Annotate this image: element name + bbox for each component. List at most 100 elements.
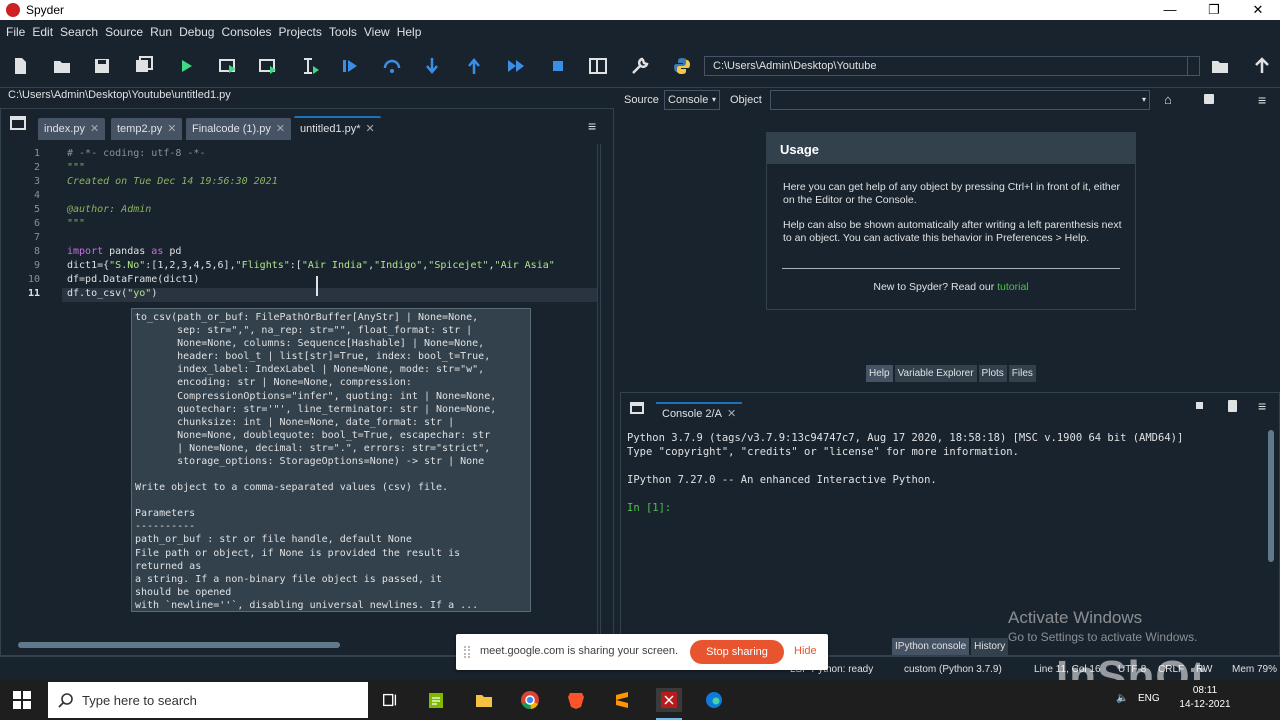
step-return-icon[interactable]: [462, 54, 486, 78]
menu-source[interactable]: Source: [105, 25, 143, 39]
stop-sharing-button[interactable]: Stop sharing: [690, 640, 784, 664]
tab-temp2-py[interactable]: temp2.py ✕: [111, 118, 183, 140]
menu-consoles[interactable]: Consoles: [221, 25, 271, 39]
editor-options-icon[interactable]: ≡: [588, 118, 602, 134]
code-line[interactable]: Created on Tue Dec 14 19:56:30 2021: [67, 176, 278, 187]
language-indicator[interactable]: ENG: [1138, 693, 1160, 704]
object-combobox[interactable]: ▾: [770, 90, 1150, 110]
console-scrollbar[interactable]: [1266, 430, 1276, 642]
chevron-down-icon: ▾: [1141, 95, 1146, 104]
mouse-cursor-ibeam: [316, 276, 318, 296]
menu-view[interactable]: View: [364, 25, 390, 39]
code-line[interactable]: import pandas as pd: [67, 246, 181, 257]
menu-tools[interactable]: Tools: [329, 25, 357, 39]
step-into-icon[interactable]: [420, 54, 444, 78]
maximize-pane-icon[interactable]: [586, 54, 610, 78]
code-line[interactable]: # -*- coding: utf-8 -*-: [67, 148, 205, 159]
window-title: Spyder: [26, 3, 65, 17]
menu-help[interactable]: Help: [397, 25, 422, 39]
code-line[interactable]: df=pd.DataFrame(dict1): [67, 274, 199, 285]
tab-variable-explorer[interactable]: Variable Explorer: [894, 365, 977, 382]
run-icon[interactable]: [174, 54, 198, 78]
windows-start-icon[interactable]: [12, 690, 32, 710]
tab-help[interactable]: Help: [866, 365, 893, 382]
debug-icon[interactable]: [338, 54, 362, 78]
menu-edit[interactable]: Edit: [32, 25, 53, 39]
close-icon[interactable]: ✕: [366, 123, 375, 135]
console-options-icon[interactable]: ≡: [1258, 398, 1266, 414]
parent-directory-icon[interactable]: [1250, 54, 1274, 78]
python-path-icon[interactable]: [670, 54, 694, 78]
stop-kernel-icon[interactable]: [1196, 402, 1203, 409]
run-cell-icon[interactable]: [216, 54, 240, 78]
drag-handle-icon[interactable]: [464, 646, 470, 658]
tab-untitled1-py[interactable]: untitled1.py* ✕: [294, 116, 381, 138]
source-combobox[interactable]: Console ▾: [664, 90, 720, 110]
home-icon[interactable]: ⌂: [1164, 92, 1172, 107]
line-number: 4: [33, 190, 40, 201]
sublime-icon[interactable]: [610, 688, 634, 712]
minimize-button[interactable]: —: [1148, 0, 1192, 20]
menu-debug[interactable]: Debug: [179, 25, 214, 39]
task-view-icon[interactable]: [378, 688, 402, 712]
code-line[interactable]: dict1={"S.No":[1,2,3,4,5,6],"Flights":["…: [67, 260, 555, 271]
open-folder-icon[interactable]: [50, 54, 74, 78]
stop-debug-icon[interactable]: [546, 54, 570, 78]
hide-button[interactable]: Hide: [794, 645, 817, 657]
clear-console-icon[interactable]: [1228, 400, 1237, 412]
code-line[interactable]: @author: Admin: [67, 204, 151, 215]
maximize-button[interactable]: ❐: [1192, 0, 1236, 20]
close-icon[interactable]: ✕: [727, 408, 736, 420]
menu-search[interactable]: Search: [60, 25, 98, 39]
run-selection-icon[interactable]: [298, 54, 322, 78]
menu-file[interactable]: File: [6, 25, 25, 39]
tutorial-link[interactable]: tutorial: [997, 281, 1029, 293]
chrome-icon[interactable]: [518, 688, 542, 712]
chevron-down-icon[interactable]: [1187, 57, 1199, 75]
tab-plots[interactable]: Plots: [978, 365, 1007, 382]
tab-index-py[interactable]: index.py ✕: [38, 118, 106, 140]
console-prompt[interactable]: In [1]:: [627, 502, 671, 514]
spyder-taskbar-icon[interactable]: [656, 688, 682, 712]
close-icon[interactable]: ✕: [276, 123, 285, 135]
menu-projects[interactable]: Projects: [279, 25, 322, 39]
step-over-icon[interactable]: [380, 54, 404, 78]
volume-icon[interactable]: 🔈: [1116, 693, 1128, 704]
code-line[interactable]: """: [67, 162, 85, 173]
tab-history[interactable]: History: [971, 638, 1009, 655]
browse-tabs-icon[interactable]: [10, 116, 26, 130]
help-options-icon[interactable]: ≡: [1258, 92, 1266, 108]
taskbar-search-box[interactable]: Type here to search: [48, 682, 368, 718]
scrollbar-thumb[interactable]: [18, 642, 340, 648]
notepad-icon[interactable]: [424, 688, 448, 712]
edge-icon[interactable]: [702, 688, 726, 712]
tab-finalcode-py[interactable]: Finalcode (1).py ✕: [186, 118, 292, 140]
lock-icon[interactable]: [1204, 94, 1214, 104]
close-icon[interactable]: ✕: [90, 123, 99, 135]
save-all-icon[interactable]: [132, 54, 156, 78]
chevron-down-icon: ▾: [711, 95, 716, 104]
taskbar-clock[interactable]: 08:11 14-12-2021: [1176, 684, 1234, 712]
preferences-wrench-icon[interactable]: [628, 54, 652, 78]
browse-tabs-icon[interactable]: [630, 402, 644, 414]
object-label: Object: [730, 94, 762, 106]
tab-files[interactable]: Files: [1008, 365, 1036, 382]
run-cell-advance-icon[interactable]: [256, 54, 280, 78]
close-button[interactable]: ✕: [1236, 0, 1280, 20]
tab-console-2a[interactable]: Console 2/A ✕: [656, 402, 743, 424]
new-file-icon[interactable]: [8, 54, 32, 78]
close-icon[interactable]: ✕: [167, 123, 176, 135]
editor-vertical-scrollbar[interactable]: [600, 144, 610, 634]
file-explorer-icon[interactable]: [472, 688, 496, 712]
tab-ipython-console[interactable]: IPython console: [892, 638, 970, 655]
continue-icon[interactable]: [504, 54, 528, 78]
browse-directory-icon[interactable]: [1208, 54, 1232, 78]
usage-text-2: Help can also be shown automatically aft…: [783, 219, 1122, 244]
scrollbar-thumb[interactable]: [1268, 430, 1274, 562]
code-line[interactable]: """: [67, 218, 85, 229]
working-directory-combobox[interactable]: C:\Users\Admin\Desktop\Youtube: [704, 56, 1200, 76]
brave-icon[interactable]: [564, 688, 588, 712]
code-line-current[interactable]: df.to_csv("yo"): [67, 288, 157, 299]
save-icon[interactable]: [90, 54, 114, 78]
menu-run[interactable]: Run: [150, 25, 172, 39]
